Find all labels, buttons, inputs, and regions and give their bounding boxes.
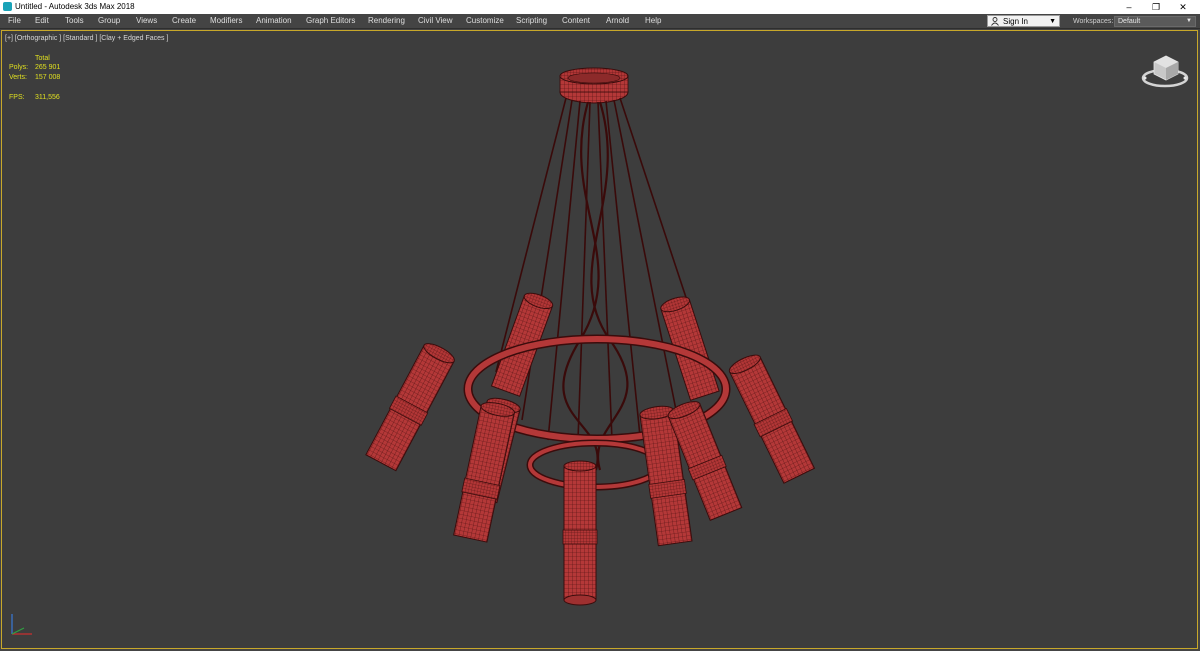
chandelier-model[interactable] <box>0 0 1200 651</box>
ceiling-canopy <box>559 67 629 104</box>
viewcube-icon[interactable] <box>1140 48 1190 90</box>
lamp-left-front <box>453 402 515 543</box>
axis-tripod-icon <box>11 614 32 635</box>
lamp-center <box>562 460 598 606</box>
lamp-far-right <box>728 354 816 484</box>
lamp-far-left <box>365 343 455 472</box>
